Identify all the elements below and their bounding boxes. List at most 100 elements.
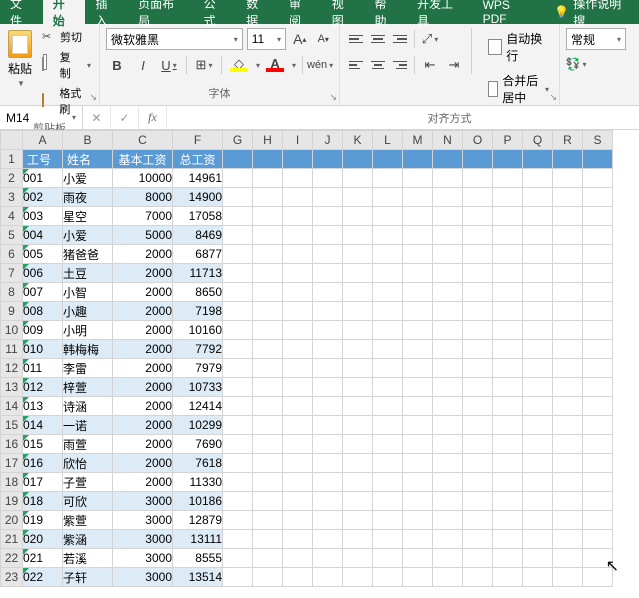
cell-empty[interactable] [253,435,283,454]
cell-empty[interactable] [373,150,403,169]
table-header-cell[interactable]: 总工资 [173,150,223,169]
cell-empty[interactable] [433,226,463,245]
row-header-13[interactable]: 13 [1,378,23,397]
cell-total[interactable]: 13111 [173,530,223,549]
cell-empty[interactable] [463,473,493,492]
cell-id[interactable]: 003 [23,207,63,226]
cell-base[interactable]: 2000 [113,321,173,340]
cell-empty[interactable] [253,568,283,587]
cell-empty[interactable] [553,302,583,321]
cell-empty[interactable] [373,226,403,245]
format-painter-button[interactable]: 格式刷 [40,84,93,118]
cell-empty[interactable] [313,397,343,416]
cell-name[interactable]: 紫涵 [63,530,113,549]
cell-empty[interactable] [493,264,523,283]
cell-empty[interactable] [373,302,403,321]
cell-empty[interactable] [403,416,433,435]
cell-empty[interactable] [433,264,463,283]
cell-empty[interactable] [343,530,373,549]
cell-empty[interactable] [223,302,253,321]
cell-empty[interactable] [523,245,553,264]
cell-empty[interactable] [313,454,343,473]
row-header-8[interactable]: 8 [1,283,23,302]
italic-button[interactable]: I [132,54,154,76]
cell-empty[interactable] [253,397,283,416]
bottom-align-button[interactable] [390,29,410,49]
column-header-M[interactable]: M [403,131,433,150]
cell-total[interactable]: 10186 [173,492,223,511]
cell-id[interactable]: 014 [23,416,63,435]
cell-empty[interactable] [463,454,493,473]
cell-empty[interactable] [223,207,253,226]
cell-empty[interactable] [283,283,313,302]
table-header-cell[interactable]: 基本工资 [113,150,173,169]
cell-empty[interactable] [463,283,493,302]
cell-base[interactable]: 2000 [113,264,173,283]
cell-base[interactable]: 3000 [113,530,173,549]
top-align-button[interactable] [346,29,366,49]
cell-empty[interactable] [583,359,613,378]
cell-empty[interactable] [433,150,463,169]
cell-base[interactable]: 3000 [113,511,173,530]
cell-empty[interactable] [553,397,583,416]
cell-empty[interactable] [283,188,313,207]
cell-empty[interactable] [433,340,463,359]
cell-id[interactable]: 007 [23,283,63,302]
cell-empty[interactable] [373,340,403,359]
menu-item-1[interactable]: 开始 [43,0,86,24]
column-header-A[interactable]: A [23,131,63,150]
cell-base[interactable]: 2000 [113,378,173,397]
cell-empty[interactable] [313,549,343,568]
cell-empty[interactable] [403,549,433,568]
cell-empty[interactable] [313,378,343,397]
cell-id[interactable]: 013 [23,397,63,416]
cell-empty[interactable] [373,207,403,226]
cell-empty[interactable] [433,492,463,511]
cell-empty[interactable] [223,378,253,397]
column-header-Q[interactable]: Q [523,131,553,150]
cell-empty[interactable] [553,511,583,530]
cell-empty[interactable] [313,359,343,378]
cell-empty[interactable] [283,454,313,473]
cell-empty[interactable] [493,473,523,492]
cell-total[interactable]: 12414 [173,397,223,416]
cell-empty[interactable] [433,169,463,188]
cell-empty[interactable] [493,435,523,454]
cell-empty[interactable] [403,378,433,397]
row-header-22[interactable]: 22 [1,549,23,568]
cell-empty[interactable] [583,378,613,397]
cell-total[interactable]: 11330 [173,473,223,492]
right-align-button[interactable] [390,55,410,75]
cell-empty[interactable] [583,169,613,188]
cell-empty[interactable] [523,473,553,492]
cell-total[interactable]: 10160 [173,321,223,340]
cell-base[interactable]: 2000 [113,397,173,416]
row-header-15[interactable]: 15 [1,416,23,435]
cell-empty[interactable] [583,321,613,340]
cell-empty[interactable] [343,549,373,568]
cell-empty[interactable] [523,378,553,397]
cell-empty[interactable] [223,150,253,169]
cell-empty[interactable] [283,226,313,245]
cell-empty[interactable] [553,549,583,568]
cell-empty[interactable] [253,302,283,321]
cell-id[interactable]: 015 [23,435,63,454]
font-size-select[interactable]: 11▾ [247,28,286,50]
cell-empty[interactable] [433,302,463,321]
cell-name[interactable]: 一诺 [63,416,113,435]
cell-empty[interactable] [433,207,463,226]
cell-empty[interactable] [223,568,253,587]
grow-font-button[interactable]: A▴ [290,29,310,49]
cell-empty[interactable] [253,226,283,245]
cell-empty[interactable] [403,321,433,340]
cell-name[interactable]: 雨夜 [63,188,113,207]
cell-empty[interactable] [373,378,403,397]
cell-empty[interactable] [403,302,433,321]
cell-empty[interactable] [553,226,583,245]
menu-item-0[interactable]: 文件 [0,0,43,24]
column-header-I[interactable]: I [283,131,313,150]
cell-empty[interactable] [343,454,373,473]
row-header-18[interactable]: 18 [1,473,23,492]
cell-id[interactable]: 005 [23,245,63,264]
cell-empty[interactable] [433,283,463,302]
